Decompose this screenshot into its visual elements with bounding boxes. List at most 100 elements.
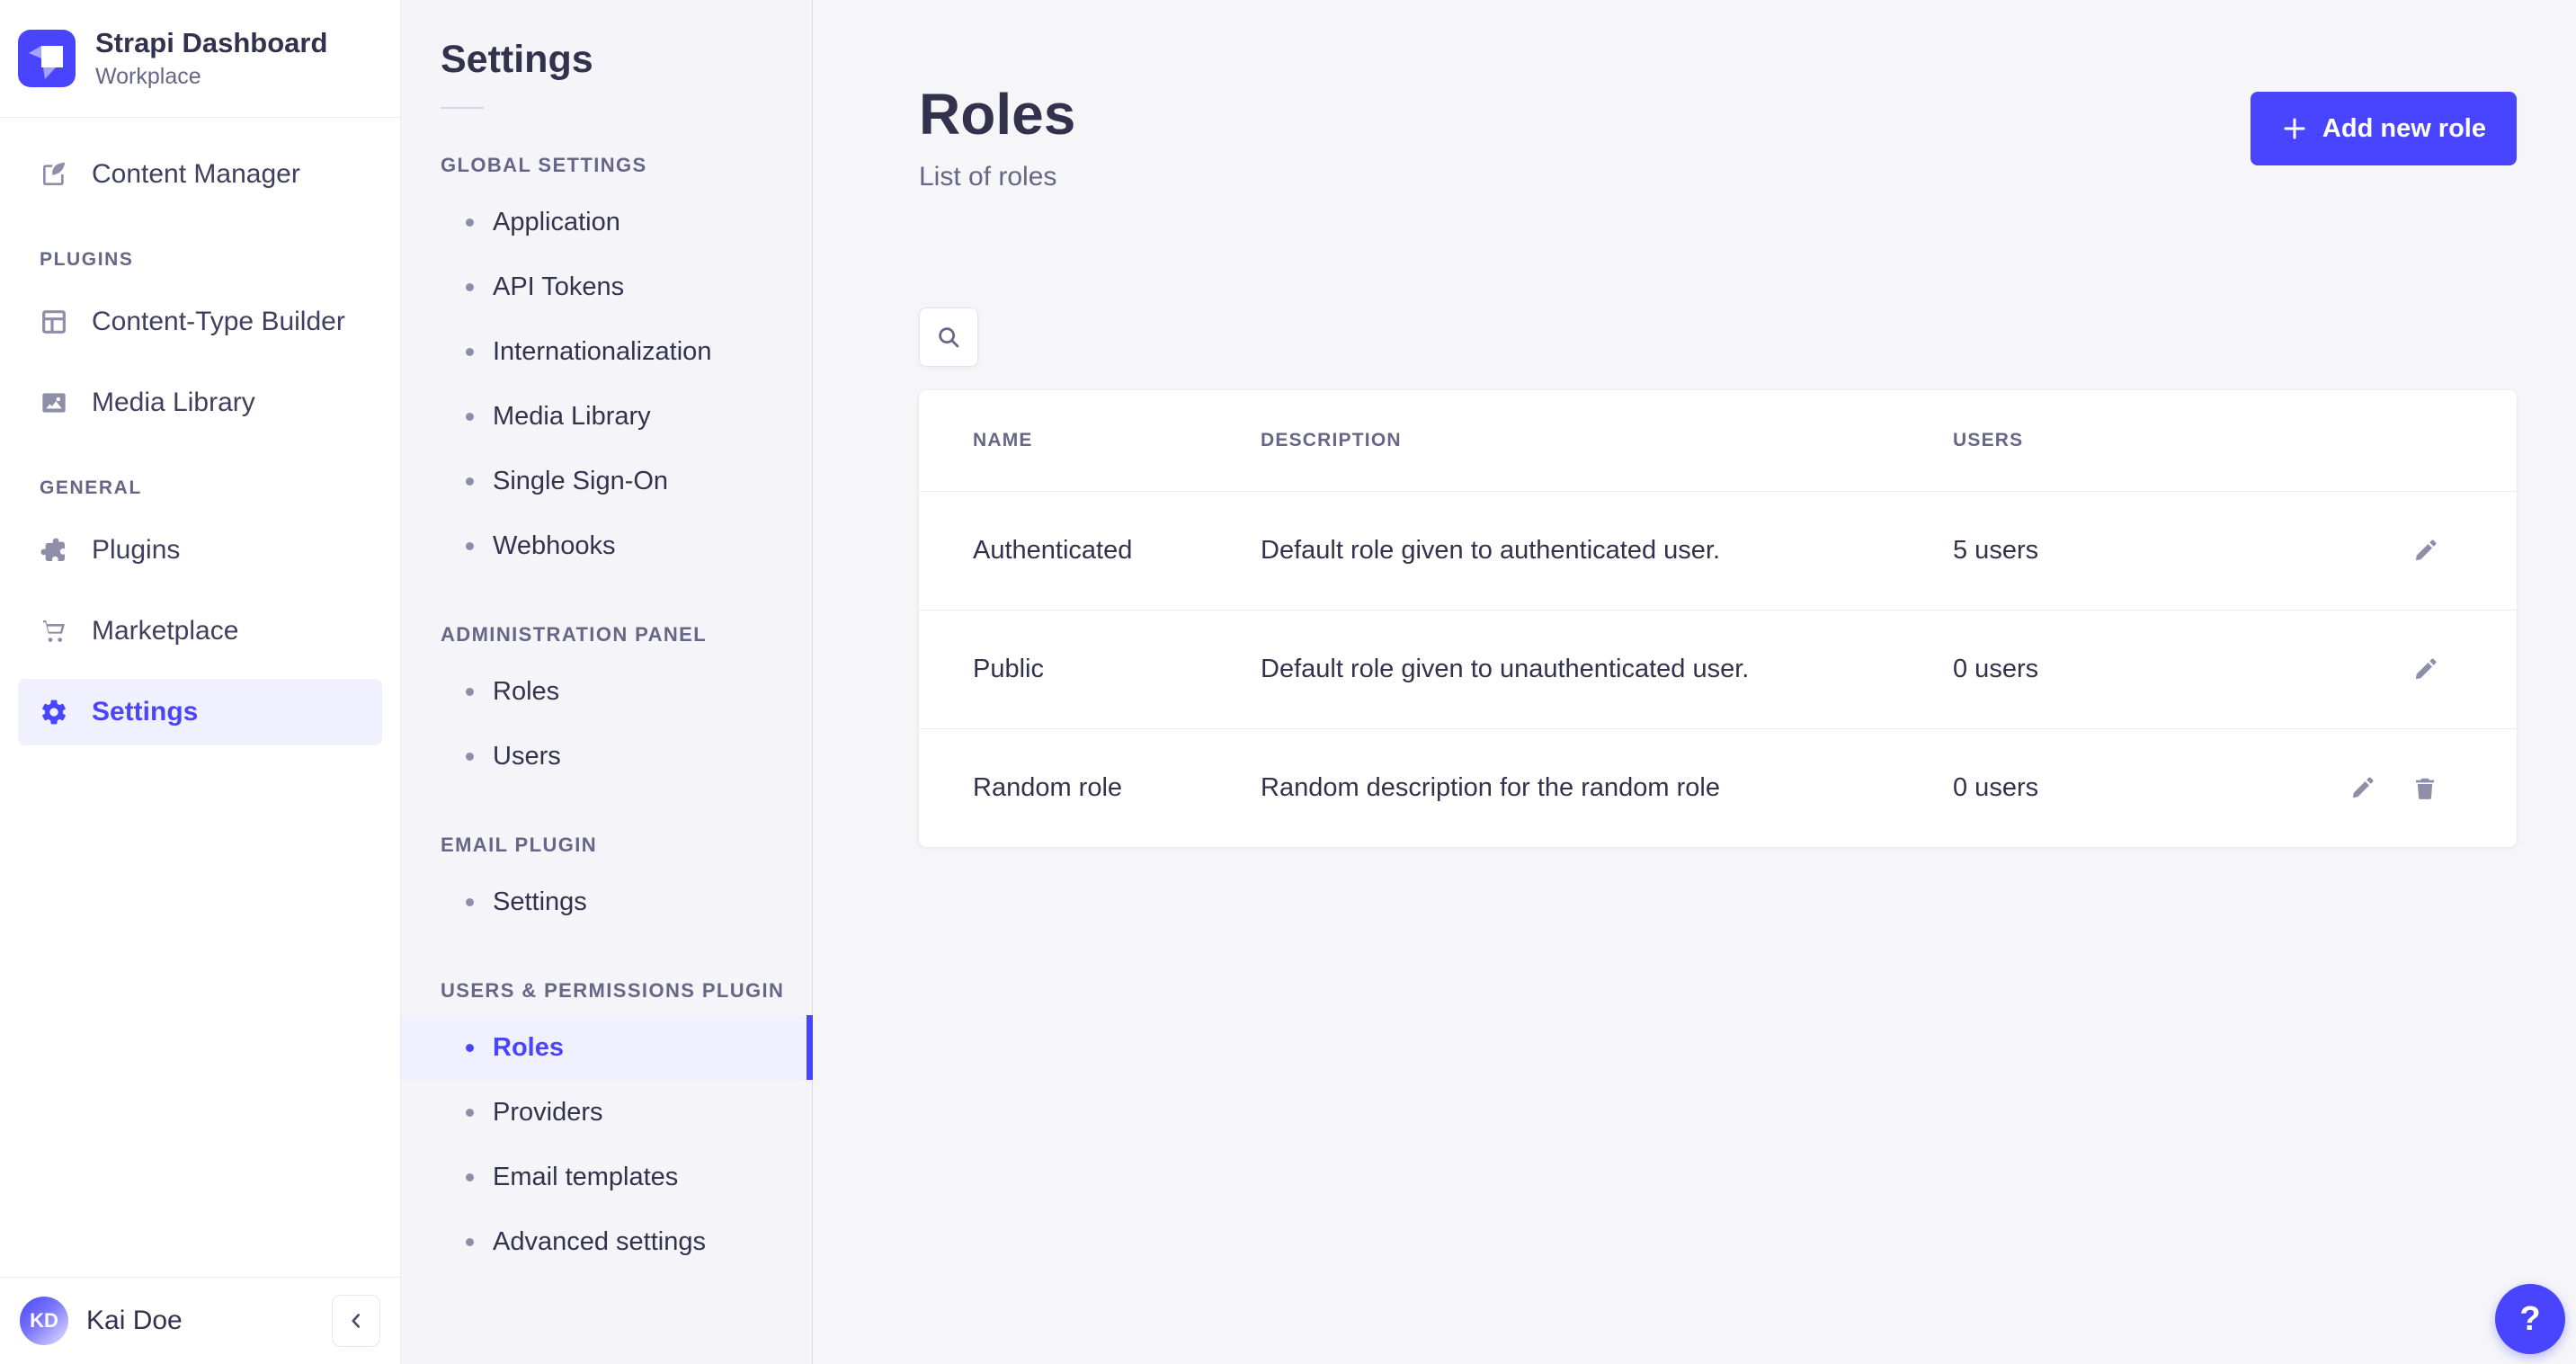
main-sidebar: Strapi Dashboard Workplace Content Manag… (0, 0, 401, 1364)
subnav-item-email-templates[interactable]: Email templates (401, 1145, 812, 1209)
main-nav-sections: Content Manager PLUGINS Content-Type Build… (0, 118, 400, 1277)
brand: Strapi Dashboard Workplace (0, 0, 400, 118)
collapse-sidebar-button[interactable] (332, 1295, 380, 1347)
help-button[interactable]: ? (2495, 1284, 2565, 1354)
subnav-item-users[interactable]: Users (401, 724, 812, 789)
subnav-item-media-library[interactable]: Media Library (401, 384, 812, 449)
role-description-cell: Default role given to authenticated user… (1261, 536, 1953, 566)
trash-icon (2411, 775, 2438, 802)
pencil-icon (2411, 538, 2438, 565)
user-footer: KD Kai Doe (0, 1277, 400, 1364)
bullet-icon (466, 348, 474, 356)
subnav-item-label: API Tokens (493, 272, 624, 302)
table-row[interactable]: PublicDefault role given to unauthentica… (919, 610, 2517, 728)
subnav-section-label: EMAIL PLUGIN (441, 834, 812, 857)
role-users-cell: 0 users (1953, 773, 2283, 803)
edit-role-button[interactable] (2411, 655, 2439, 684)
sidebar-item-label: Media Library (92, 388, 255, 418)
app-root: Strapi Dashboard Workplace Content Manag… (0, 0, 2576, 1364)
sidebar-item-label: Content-Type Builder (92, 307, 345, 337)
main-content: Roles List of roles Add new role NAMEDES… (813, 0, 2576, 1364)
delete-role-button[interactable] (2411, 774, 2439, 803)
add-new-role-button[interactable]: Add new role (2251, 92, 2517, 165)
subnav-section-users-permissions-plugin: USERS & PERMISSIONS PLUGIN Roles Providers… (401, 979, 812, 1274)
question-mark-icon: ? (2519, 1300, 2540, 1339)
search-button[interactable] (919, 308, 978, 367)
avatar[interactable]: KD (20, 1297, 68, 1345)
row-actions (2283, 537, 2463, 566)
table-row[interactable]: Random roleRandom description for the ra… (919, 728, 2517, 847)
table-header-row: NAMEDESCRIPTIONUSERS (919, 390, 2517, 491)
subnav-item-settings[interactable]: Settings (401, 869, 812, 934)
content-manager-icon (40, 160, 68, 189)
bullet-icon (466, 753, 474, 761)
settings-icon (40, 698, 68, 727)
nav-section-label-plugins: PLUGINS (40, 249, 382, 271)
sidebar-item-label: Settings (92, 697, 198, 727)
role-description-cell: Default role given to unauthenticated us… (1261, 655, 1953, 684)
subnav-section-label: GLOBAL SETTINGS (441, 154, 812, 177)
subnav-section-label: ADMINISTRATION PANEL (441, 623, 812, 646)
sidebar-item-label: Marketplace (92, 616, 238, 646)
subnav-item-label: Users (493, 742, 561, 771)
subnav-item-label: Roles (493, 677, 559, 707)
subnav-item-single-sign-on[interactable]: Single Sign-On (401, 449, 812, 513)
bullet-icon (466, 542, 474, 550)
bullet-icon (466, 283, 474, 291)
sidebar-item-media-library[interactable]: Media Library (18, 370, 382, 436)
page-title: Roles (919, 83, 1075, 146)
edit-role-button[interactable] (2411, 537, 2439, 566)
brand-subtitle: Workplace (95, 64, 327, 90)
subnav-item-label: Advanced settings (493, 1227, 706, 1257)
subnav-title: Settings (441, 38, 812, 82)
page-header: Roles List of roles Add new role (919, 83, 2517, 192)
subnav-item-advanced-settings[interactable]: Advanced settings (401, 1209, 812, 1274)
bullet-icon (466, 477, 474, 486)
subnav-section-email-plugin: EMAIL PLUGIN Settings (401, 834, 812, 934)
column-header-name: NAME (973, 430, 1261, 451)
edit-role-button[interactable] (2348, 774, 2376, 803)
subnav-item-application[interactable]: Application (401, 190, 812, 254)
sidebar-item-content-type-builder[interactable]: Content-Type Builder (18, 289, 382, 355)
table-row[interactable]: AuthenticatedDefault role given to authe… (919, 491, 2517, 610)
roles-table: NAMEDESCRIPTIONUSERS AuthenticatedDefaul… (919, 390, 2517, 847)
column-header-users: USERS (1953, 430, 2283, 451)
pencil-icon (2349, 775, 2375, 802)
subnav-item-label: Roles (493, 1033, 564, 1063)
column-header-description: DESCRIPTION (1261, 430, 1953, 451)
sidebar-item-marketplace[interactable]: Marketplace (18, 598, 382, 664)
subnav-item-api-tokens[interactable]: API Tokens (401, 254, 812, 319)
subnav-item-label: Webhooks (493, 531, 616, 561)
chevron-left-icon (344, 1309, 368, 1333)
settings-subnav: Settings GLOBAL SETTINGS Application API T… (401, 0, 813, 1364)
role-users-cell: 0 users (1953, 655, 2283, 684)
subnav-item-providers[interactable]: Providers (401, 1080, 812, 1145)
page-header-text: Roles List of roles (919, 83, 1075, 192)
brand-title: Strapi Dashboard (95, 27, 327, 59)
subnav-title-divider (441, 107, 484, 109)
subnav-item-label: Internationalization (493, 337, 711, 367)
subnav-item-label: Settings (493, 887, 587, 917)
bullet-icon (466, 688, 474, 696)
search-icon (935, 324, 962, 351)
sidebar-item-plugins[interactable]: Plugins (18, 517, 382, 584)
strapi-logo-icon (18, 30, 76, 87)
subnav-item-internationalization[interactable]: Internationalization (401, 319, 812, 384)
nav-section-label-general: GENERAL (40, 477, 382, 499)
sidebar-item-content-manager[interactable]: Content Manager (18, 141, 382, 208)
plus-icon (2281, 115, 2308, 142)
subnav-sections: GLOBAL SETTINGS Application API Tokens Inte… (401, 154, 812, 1274)
subnav-item-webhooks[interactable]: Webhooks (401, 513, 812, 578)
role-description-cell: Random description for the random role (1261, 773, 1953, 803)
sidebar-item-settings[interactable]: Settings (18, 679, 382, 745)
bullet-icon (466, 1173, 474, 1181)
plugins-icon (40, 536, 68, 565)
bullet-icon (466, 218, 474, 227)
sidebar-item-label: Content Manager (92, 159, 300, 190)
subnav-item-roles[interactable]: Roles (401, 659, 812, 724)
bullet-icon (466, 1109, 474, 1117)
page-subtitle: List of roles (919, 162, 1075, 192)
subnav-item-roles[interactable]: Roles (401, 1015, 812, 1080)
row-actions (2283, 655, 2463, 684)
subnav-section-label: USERS & PERMISSIONS PLUGIN (441, 979, 812, 1003)
